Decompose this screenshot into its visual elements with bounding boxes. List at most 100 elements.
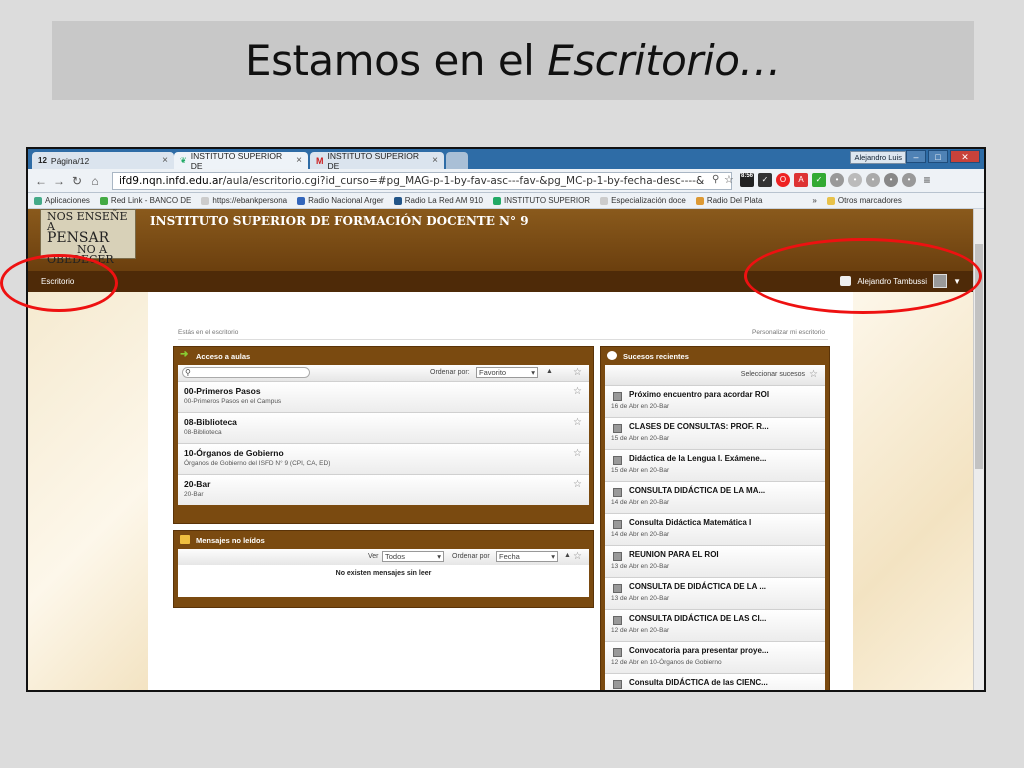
check-green-icon[interactable]: ✓ — [812, 173, 826, 187]
sort-asc-icon[interactable]: ▲ — [564, 552, 571, 559]
panel-body: ⚲ Ordenar por: Favorito ▾ ▲ ☆ 00-Primeros… — [178, 365, 589, 505]
leaf-icon: ❦ — [180, 156, 187, 165]
pdf-extension-icon[interactable]: A — [794, 173, 808, 187]
personalize-link[interactable]: Personalizar mi escritorio — [752, 329, 825, 336]
bookmarks-overflow-icon[interactable]: » — [812, 196, 816, 205]
bookmark-star-icon[interactable]: ☆ — [724, 173, 734, 186]
course-row[interactable]: 00-Primeros Pasos 00-Primeros Pasos en e… — [178, 381, 589, 412]
event-row[interactable]: CONSULTA DE DIDÁCTICA DE LA ... 13 de Abr… — [605, 577, 825, 609]
event-row[interactable]: Próximo encuentro para acordar ROI 16 de … — [605, 385, 825, 417]
event-title[interactable]: CONSULTA DIDÁCTICA DE LAS CI... — [629, 614, 766, 623]
star-icon[interactable]: ☆ — [573, 448, 582, 459]
clock-extension-icon[interactable]: 8:56 — [740, 173, 754, 187]
extension-icon[interactable]: • — [830, 173, 844, 187]
document-icon — [613, 424, 622, 433]
home-icon[interactable]: ⌂ — [86, 174, 104, 188]
star-icon[interactable]: ☆ — [573, 417, 582, 428]
event-title[interactable]: CLASES DE CONSULTAS: PROF. R... — [629, 422, 769, 431]
course-row[interactable]: 08-Biblioteca 08-Biblioteca ☆ — [178, 412, 589, 443]
event-title[interactable]: CONSULTA DIDÁCTICA DE LA MA... — [629, 486, 765, 495]
event-row[interactable]: REUNION PARA EL ROI 13 de Abr en 20-Bar — [605, 545, 825, 577]
new-tab-button[interactable] — [446, 152, 468, 169]
event-title[interactable]: Consulta DIDÁCTICA de las CIENC... — [629, 678, 768, 687]
close-tab-icon[interactable]: × — [162, 155, 168, 166]
order-value: Favorito — [479, 368, 507, 377]
event-row[interactable]: CONSULTA DIDÁCTICA DE LAS CI... 12 de Abr… — [605, 609, 825, 641]
profile-button[interactable]: Alejandro Luis — [850, 151, 906, 164]
reload-icon[interactable]: ↻ — [68, 174, 86, 188]
menu-icon[interactable]: ≡ — [920, 173, 934, 187]
tab-instituto-2[interactable]: M INSTITUTO SUPERIOR DE × — [310, 150, 444, 171]
extension-icon[interactable]: • — [902, 173, 916, 187]
event-row[interactable]: CLASES DE CONSULTAS: PROF. R... 15 de Abr… — [605, 417, 825, 449]
sort-asc-icon[interactable]: ▲ — [546, 368, 553, 375]
event-meta: 12 de Abr en 20-Bar — [611, 627, 670, 634]
opera-icon[interactable]: O — [776, 173, 790, 187]
zoom-icon[interactable]: ⚲ — [712, 174, 719, 185]
tab-pagina12[interactable]: 12 Página/12 × — [32, 152, 174, 169]
event-row[interactable]: CONSULTA DIDÁCTICA DE LA MA... 14 de Abr … — [605, 481, 825, 513]
highlight-circle-user — [744, 238, 982, 314]
url-bar[interactable]: ifd9.nqn.infd.edu.ar/aula/escritorio.cgi… — [112, 172, 732, 190]
divider — [178, 339, 828, 340]
document-icon — [613, 648, 622, 657]
tab-label: INSTITUTO SUPERIOR DE — [327, 150, 419, 171]
bookmark-item[interactable]: Radio Nacional Arger — [297, 196, 384, 205]
extension-icon[interactable]: • — [884, 173, 898, 187]
other-bookmarks[interactable]: Otros marcadores — [826, 196, 902, 205]
event-row[interactable]: Didáctica de la Lengua I. Exámene... 15 d… — [605, 449, 825, 481]
tab-instituto-1[interactable]: ❦ INSTITUTO SUPERIOR DE × — [174, 151, 308, 171]
check-extension-icon[interactable]: ✓ — [758, 173, 772, 187]
star-icon[interactable]: ☆ — [573, 551, 582, 562]
desktop-content: Estás en el escritorio Personalizar mi e… — [148, 292, 853, 690]
star-icon[interactable]: ☆ — [809, 369, 818, 380]
bookmark-label: Radio La Red AM 910 — [404, 196, 483, 205]
filter-select[interactable]: Todos ▾ — [382, 551, 444, 562]
event-title[interactable]: Próximo encuentro para acordar ROI — [629, 390, 769, 399]
event-row[interactable]: Consulta Didáctica Matemática I 14 de Abr… — [605, 513, 825, 545]
bookmark-item[interactable]: https://ebankpersona — [201, 196, 287, 205]
order-select[interactable]: Fecha ▾ — [496, 551, 558, 562]
bookmark-item[interactable]: Red Link - BANCO DE — [99, 196, 191, 205]
star-icon[interactable]: ☆ — [573, 386, 582, 397]
minimize-icon[interactable]: – — [906, 150, 926, 163]
site-logo[interactable]: NOS ENSEÑE A PENSAR NO A OBEDECER — [40, 209, 136, 265]
order-select[interactable]: Favorito ▾ — [476, 367, 538, 378]
folder-icon — [826, 196, 835, 205]
mic-icon[interactable]: • — [848, 173, 862, 187]
course-row[interactable]: 10-Órganos de Gobierno Órganos de Gobier… — [178, 443, 589, 474]
tab-favicon: 12 — [38, 156, 47, 165]
back-icon[interactable]: ← — [32, 174, 50, 188]
course-title[interactable]: 20-Bar — [184, 479, 210, 489]
forward-icon[interactable]: → — [50, 174, 68, 188]
course-row[interactable]: 20-Bar 20-Bar ☆ — [178, 474, 589, 505]
close-tab-icon[interactable]: × — [432, 155, 438, 166]
bookmark-item[interactable]: Radio La Red AM 910 — [393, 196, 483, 205]
bookmark-item[interactable]: INSTITUTO SUPERIOR — [493, 196, 590, 205]
event-row[interactable]: Convocatoria para presentar proye... 12 d… — [605, 641, 825, 673]
course-title[interactable]: 00-Primeros Pasos — [184, 386, 261, 396]
slide-title-emphasis: Escritorio… — [547, 36, 781, 85]
course-search-input[interactable]: ⚲ — [182, 367, 310, 378]
window-controls: – □ ✕ — [906, 150, 980, 163]
bookmark-item[interactable]: Radio Del Plata — [695, 196, 762, 205]
extension-icon[interactable]: • — [866, 173, 880, 187]
event-row[interactable]: Consulta DIDÁCTICA de las CIENC... — [605, 673, 825, 690]
event-title[interactable]: CONSULTA DE DIDÁCTICA DE LA ... — [629, 582, 766, 591]
bookmark-item[interactable]: Aplicaciones — [34, 196, 90, 205]
url-domain: ifd9.nqn.infd.edu.ar — [119, 175, 223, 187]
star-icon[interactable]: ☆ — [573, 367, 582, 378]
maximize-icon[interactable]: □ — [928, 150, 948, 163]
event-title[interactable]: Didáctica de la Lengua I. Exámene... — [629, 454, 766, 463]
course-title[interactable]: 10-Órganos de Gobierno — [184, 448, 284, 458]
event-title[interactable]: Consulta Didáctica Matemática I — [629, 518, 751, 527]
event-title[interactable]: Convocatoria para presentar proye... — [629, 646, 769, 655]
close-tab-icon[interactable]: × — [296, 155, 302, 166]
bookmark-item[interactable]: Especialización doce — [600, 196, 686, 205]
star-icon[interactable]: ☆ — [573, 479, 582, 490]
select-events-link[interactable]: Seleccionar sucesos — [741, 371, 805, 378]
event-title[interactable]: REUNION PARA EL ROI — [629, 550, 719, 559]
extensions-bar: 8:56 ✓ O A ✓ • • • • • ≡ — [740, 173, 934, 187]
course-title[interactable]: 08-Biblioteca — [184, 417, 237, 427]
close-window-icon[interactable]: ✕ — [950, 150, 980, 163]
